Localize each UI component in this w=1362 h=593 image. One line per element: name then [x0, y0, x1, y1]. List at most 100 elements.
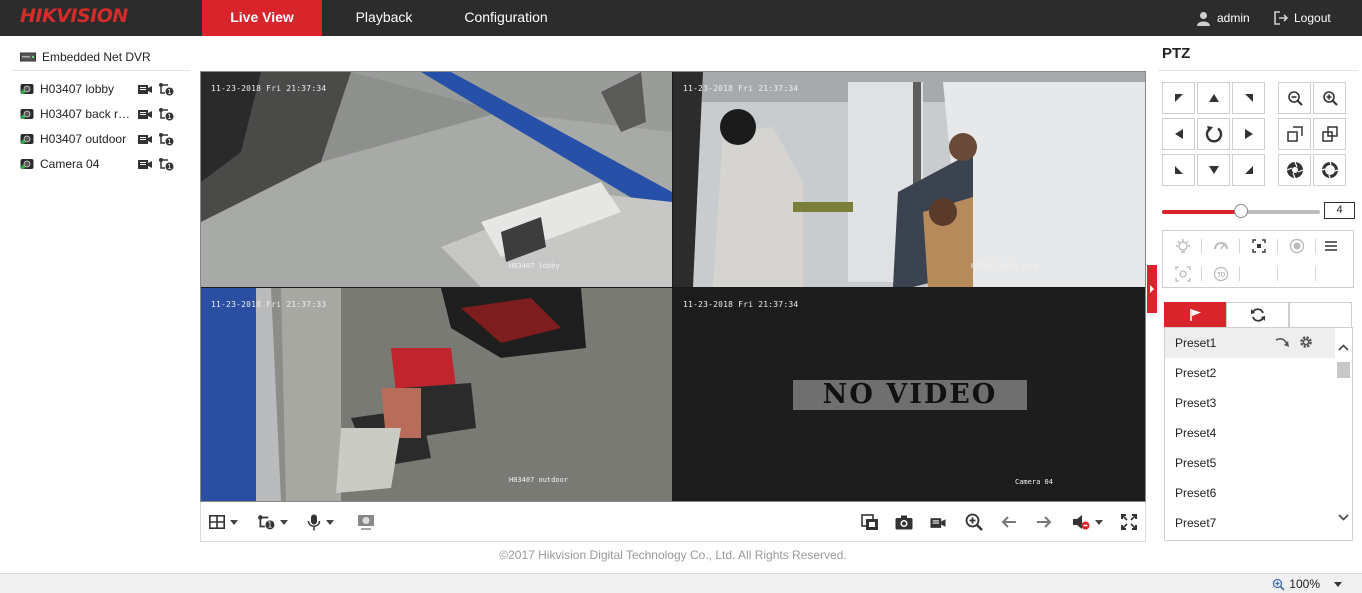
zoom-in-button[interactable] [965, 512, 983, 532]
arrow-up-left-icon [1174, 94, 1183, 102]
preset-item[interactable]: Preset4 [1165, 418, 1337, 448]
video-frame [201, 288, 672, 501]
chevron-down-icon[interactable] [1338, 514, 1349, 521]
nav-configuration[interactable]: Configuration [448, 0, 564, 36]
ptz-auto-scan-button[interactable] [1197, 118, 1230, 150]
stream-type-button[interactable]: 1 [257, 512, 288, 532]
svg-text:3D: 3D [1217, 272, 1226, 279]
video-tile-back-room[interactable]: 11-23-2018 Fri 21:37:34 H03407 back room [673, 72, 1145, 287]
ptz-speed-slider[interactable] [1162, 204, 1320, 218]
record-icon[interactable] [137, 82, 153, 96]
camera-name-overlay: H03407 back room [971, 262, 1039, 270]
divider [1315, 267, 1316, 281]
logout-label: Logout [1294, 11, 1331, 25]
preset-label: Preset7 [1175, 516, 1217, 530]
preset-label: Preset4 [1175, 426, 1217, 440]
fullscreen-button[interactable] [1121, 512, 1137, 532]
3d-positioning-button[interactable]: 3D [1203, 261, 1239, 287]
nav-playback[interactable]: Playback [336, 0, 432, 36]
window-layout-button[interactable] [209, 512, 238, 532]
nav-live-view[interactable]: Live View [202, 0, 322, 36]
zoom-out-button[interactable] [1278, 82, 1311, 114]
audio-volume-button[interactable] [1072, 512, 1103, 532]
tab-preset[interactable] [1164, 302, 1227, 328]
lens-initialization-button[interactable] [1279, 233, 1315, 259]
timestamp-overlay: 11-23-2018 Fri 21:37:33 [211, 300, 327, 309]
iris-close-button[interactable] [1278, 154, 1311, 186]
light-button[interactable] [1165, 233, 1201, 259]
live-view-grid: 11-23-2018 Fri 21:37:34 H03407 lobby 11-… [200, 71, 1146, 502]
preset-item[interactable]: Preset7 [1165, 508, 1337, 538]
preset-item[interactable]: Preset6 [1165, 478, 1337, 508]
flag-icon [1189, 309, 1201, 321]
ptz-up-button[interactable] [1197, 82, 1230, 114]
device-tree-root[interactable]: Embedded Net DVR [20, 50, 151, 64]
arrow-down-icon [1208, 166, 1219, 174]
stream-type-icon[interactable]: 1 [158, 107, 174, 121]
tab-patrol[interactable] [1226, 302, 1289, 328]
camera-item-lobby[interactable]: H03407 lobby 1 [20, 79, 180, 99]
chevron-down-icon [1095, 519, 1103, 525]
preset-item[interactable]: Preset1 [1165, 328, 1337, 358]
digital-zoom-button[interactable] [357, 512, 375, 532]
divider [1158, 70, 1358, 71]
ptz-down-left-button[interactable] [1162, 154, 1195, 186]
chevron-up-icon[interactable] [1338, 344, 1349, 351]
camera-item-camera-04[interactable]: Camera 04 1 [20, 154, 180, 174]
zoom-in-icon [1322, 91, 1338, 106]
menu-icon [1325, 241, 1337, 251]
two-way-audio-button[interactable] [307, 512, 334, 532]
gear-icon[interactable] [1299, 335, 1313, 349]
record-icon[interactable] [137, 157, 153, 171]
logout-button[interactable]: Logout [1274, 0, 1331, 36]
aux-focus-icon [1252, 239, 1266, 253]
stop-all-preview-button[interactable] [861, 512, 879, 532]
video-tile-lobby[interactable]: 11-23-2018 Fri 21:37:34 H03407 lobby [201, 72, 672, 287]
preset-item[interactable]: Preset2 [1165, 358, 1337, 388]
preset-scrollbar[interactable] [1335, 328, 1352, 540]
copyright-footer: ©2017 Hikvision Digital Technology Co., … [499, 548, 847, 562]
next-page-button[interactable] [1036, 512, 1052, 532]
scrollbar-thumb[interactable] [1337, 362, 1350, 378]
chevron-down-icon [280, 519, 288, 525]
preset-item[interactable]: Preset3 [1165, 388, 1337, 418]
arrow-right-icon [1037, 516, 1052, 528]
manual-tracking-button[interactable] [1165, 261, 1201, 287]
zoom-in-button[interactable] [1313, 82, 1346, 114]
wiper-button[interactable] [1203, 233, 1239, 259]
svg-text:1: 1 [167, 113, 171, 121]
ptz-up-left-button[interactable] [1162, 82, 1195, 114]
iris-open-button[interactable] [1313, 154, 1346, 186]
ptz-up-right-button[interactable] [1232, 82, 1265, 114]
user-menu[interactable]: admin [1196, 0, 1250, 36]
previous-page-button[interactable] [1001, 512, 1017, 532]
auxiliary-focus-button[interactable] [1241, 233, 1277, 259]
ptz-panel-toggle[interactable] [1147, 265, 1157, 313]
stream-type-icon[interactable]: 1 [158, 157, 174, 171]
camera-item-outdoor[interactable]: H03407 outdoor 1 [20, 129, 180, 149]
video-tile-camera-04[interactable]: 11-23-2018 Fri 21:37:34 NO VIDEO Camera … [673, 288, 1145, 501]
camera-label: H03407 outdoor [40, 132, 127, 146]
video-tile-outdoor[interactable]: 11-23-2018 Fri 21:37:33 H03407 outdoor [201, 288, 672, 501]
camera-item-back-room[interactable]: H03407 back room 1 [20, 104, 180, 124]
stream-type-icon[interactable]: 1 [158, 132, 174, 146]
ptz-left-button[interactable] [1162, 118, 1195, 150]
camera-online-icon [20, 134, 34, 144]
record-icon[interactable] [137, 132, 153, 146]
stream-type-icon[interactable]: 1 [158, 82, 174, 96]
ptz-down-right-button[interactable] [1232, 154, 1265, 186]
focus-far-button[interactable] [1313, 118, 1346, 150]
record-icon[interactable] [137, 107, 153, 121]
slider-handle[interactable] [1234, 204, 1248, 218]
record-button[interactable] [929, 512, 947, 532]
goto-preset-icon[interactable] [1275, 337, 1289, 349]
tab-pattern[interactable] [1289, 302, 1352, 328]
more-menu-button[interactable] [1313, 233, 1349, 259]
browser-zoom-control[interactable]: 100% [1272, 577, 1342, 591]
ptz-down-button[interactable] [1197, 154, 1230, 186]
ptz-right-button[interactable] [1232, 118, 1265, 150]
focus-near-button[interactable] [1278, 118, 1311, 150]
browser-status-bar: 100% [0, 573, 1362, 593]
preset-item[interactable]: Preset5 [1165, 448, 1337, 478]
capture-button[interactable] [895, 512, 913, 532]
